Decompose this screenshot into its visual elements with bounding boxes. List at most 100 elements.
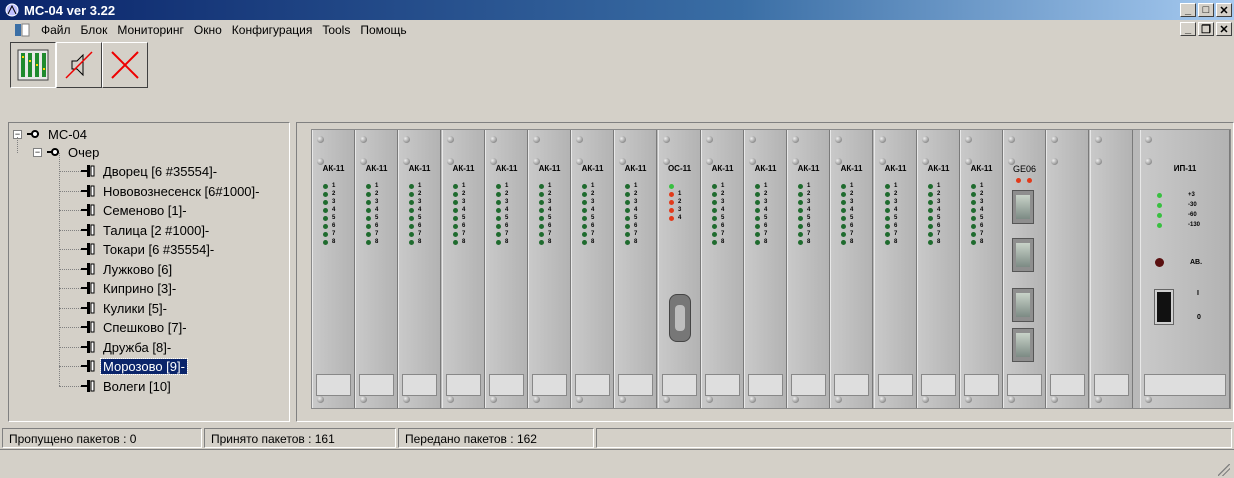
close-x-button[interactable] xyxy=(102,42,148,88)
channel-led: 2 xyxy=(928,190,940,198)
ethernet-port-icon[interactable] xyxy=(1012,238,1034,272)
rack-card[interactable]: АК-11 1 2 3 4 5 6 7 8 xyxy=(787,130,830,408)
card-latch[interactable] xyxy=(964,374,999,396)
sound-off-button[interactable] xyxy=(56,42,102,88)
resize-grip-icon[interactable] xyxy=(1218,464,1230,476)
collapse-icon[interactable]: − xyxy=(33,147,42,157)
rack-card[interactable]: АК-11 1 2 3 4 5 6 7 8 xyxy=(312,130,355,408)
child-restore-button[interactable]: ❐ xyxy=(1198,22,1214,36)
card-name: АК-11 xyxy=(624,164,647,173)
maximize-button[interactable]: □ xyxy=(1198,3,1214,17)
menu-item[interactable]: Файл xyxy=(36,23,76,37)
child-close-button[interactable]: ✕ xyxy=(1216,22,1232,36)
rack-card[interactable]: АК-11 1 2 3 4 5 6 7 8 xyxy=(701,130,744,408)
menu-item[interactable]: Окно xyxy=(189,23,227,37)
child-minimize-button[interactable]: _ xyxy=(1180,22,1196,36)
tree-station-node[interactable]: Спешково [7]- xyxy=(81,318,189,336)
channel-led: 4 xyxy=(323,206,335,214)
ethernet-port-icon[interactable] xyxy=(1012,328,1034,362)
rack-card[interactable]: ИП-11 +3 -30 -60 -130 АВ. I 0 xyxy=(1140,130,1230,408)
tree-station-node[interactable]: Волеги [10] xyxy=(81,377,173,395)
card-latch[interactable] xyxy=(532,374,567,396)
rack-card[interactable]: АК-11 1 2 3 4 5 6 7 8 xyxy=(917,130,960,408)
card-latch[interactable] xyxy=(791,374,826,396)
menu-item[interactable]: Блок xyxy=(76,23,113,37)
card-latch[interactable] xyxy=(878,374,913,396)
tree-station-node[interactable]: Дружба [8]- xyxy=(81,338,173,356)
ethernet-port-icon[interactable] xyxy=(1012,288,1034,322)
chassis: АК-11 1 2 3 4 5 6 7 8 АК-11 1 2 3 4 5 6 7 8 АК-11 1 2 3 4 5 6 7 8 А… xyxy=(311,129,1231,409)
channel-led: 7 xyxy=(885,230,897,238)
rack-card[interactable] xyxy=(1090,130,1133,408)
rack-card[interactable]: АК-11 1 2 3 4 5 6 7 8 xyxy=(398,130,441,408)
document-icon[interactable] xyxy=(14,23,30,37)
rack-card[interactable]: АК-11 1 2 3 4 5 6 7 8 xyxy=(485,130,528,408)
channel-number: 7 xyxy=(505,231,509,237)
rack-card[interactable]: АК-11 1 2 3 4 5 6 7 8 xyxy=(874,130,917,408)
rack-card[interactable]: АК-11 1 2 3 4 5 6 7 8 xyxy=(442,130,485,408)
menu-item[interactable]: Конфигурация xyxy=(227,23,318,37)
card-latch[interactable] xyxy=(1050,374,1085,396)
tree-station-node[interactable]: Семеново [1]- xyxy=(81,201,189,219)
card-latch[interactable] xyxy=(1007,374,1042,396)
rack-card[interactable]: АК-11 1 2 3 4 5 6 7 8 xyxy=(528,130,571,408)
screw-icon xyxy=(1008,396,1015,403)
card-latch[interactable] xyxy=(316,374,351,396)
ethernet-port-icon[interactable] xyxy=(1012,190,1034,224)
channel-led: 6 xyxy=(798,222,810,230)
card-latch[interactable] xyxy=(705,374,740,396)
rack-card[interactable]: АК-11 1 2 3 4 5 6 7 8 xyxy=(830,130,873,408)
tree-station-node[interactable]: Токари [6 #35554]- xyxy=(81,240,216,258)
rack-card[interactable]: АК-11 1 2 3 4 5 6 7 8 xyxy=(355,130,398,408)
tree-station-node[interactable]: Талица [2 #1000]- xyxy=(81,221,211,239)
led-column: 1 2 3 4 5 6 7 8 xyxy=(971,182,983,246)
card-latch[interactable] xyxy=(1094,374,1129,396)
menu-item[interactable]: Tools xyxy=(317,23,355,37)
rack-card[interactable]: ОС-11 1 2 3 4 xyxy=(658,130,701,408)
screw-icon xyxy=(1145,136,1152,143)
window-title: МС-04 ver 3.22 xyxy=(24,3,116,18)
card-latch[interactable] xyxy=(748,374,783,396)
rack-card[interactable] xyxy=(1046,130,1089,408)
channel-number: 1 xyxy=(591,183,595,189)
card-latch[interactable] xyxy=(359,374,394,396)
card-latch[interactable] xyxy=(618,374,653,396)
tree-station-node[interactable]: Киприно [3]- xyxy=(81,279,178,297)
screw-icon xyxy=(403,136,410,143)
tree-station-node[interactable]: Лужково [6] xyxy=(81,260,174,278)
channel-number: 4 xyxy=(721,207,725,213)
minimize-button[interactable]: _ xyxy=(1180,3,1196,17)
channel-led: 1 xyxy=(582,182,594,190)
channel-number: 3 xyxy=(462,199,466,205)
channel-number: 2 xyxy=(850,191,854,197)
card-latch[interactable] xyxy=(662,374,697,396)
rack-card[interactable]: АК-11 1 2 3 4 5 6 7 8 xyxy=(614,130,657,408)
tree-station-node[interactable]: Нововознесенск [6#1000]- xyxy=(81,182,261,200)
tree-group-node[interactable]: − МС-04 xyxy=(13,125,89,143)
card-latch[interactable] xyxy=(402,374,437,396)
tree-group-node[interactable]: − Очер xyxy=(33,143,101,161)
card-latch[interactable] xyxy=(921,374,956,396)
power-switch[interactable] xyxy=(1155,290,1173,324)
card-latch[interactable] xyxy=(489,374,524,396)
channel-led: 3 xyxy=(323,198,335,206)
channel-led: 8 xyxy=(409,238,421,246)
rack-card[interactable]: АК-11 1 2 3 4 5 6 7 8 xyxy=(744,130,787,408)
card-latch[interactable] xyxy=(1144,374,1226,396)
card-latch[interactable] xyxy=(446,374,481,396)
channel-number: 7 xyxy=(591,231,595,237)
screw-icon xyxy=(1145,396,1152,403)
rack-view-button[interactable] xyxy=(10,42,56,88)
menu-item[interactable]: Мониторинг xyxy=(112,23,189,37)
tree-station-node[interactable]: Дворец [6 #35554]- xyxy=(81,162,219,180)
tree-station-node[interactable]: Морозово [9]- xyxy=(81,357,188,375)
card-latch[interactable] xyxy=(834,374,869,396)
close-button[interactable]: ✕ xyxy=(1216,3,1232,17)
tree-station-node[interactable]: Кулики [5]- xyxy=(81,299,169,317)
card-latch[interactable] xyxy=(575,374,610,396)
menu-item[interactable]: Помощь xyxy=(355,23,411,37)
channel-number: 4 xyxy=(634,207,638,213)
rack-card[interactable]: GE06 xyxy=(1003,130,1046,408)
rack-card[interactable]: АК-11 1 2 3 4 5 6 7 8 xyxy=(571,130,614,408)
rack-card[interactable]: АК-11 1 2 3 4 5 6 7 8 xyxy=(960,130,1003,408)
